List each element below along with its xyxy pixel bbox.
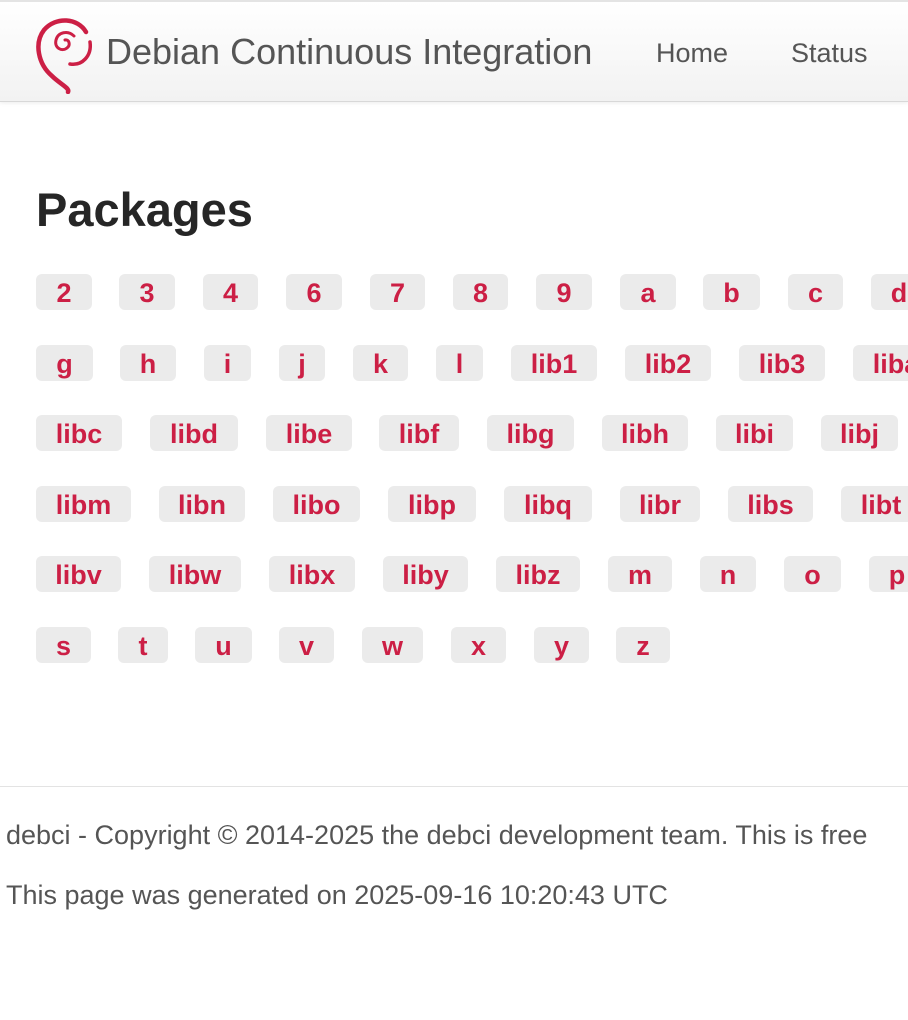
letter-link-libz[interactable]: libz [496, 556, 580, 592]
letter-link-d[interactable]: d [871, 274, 908, 310]
letter-link-i[interactable]: i [204, 345, 251, 381]
letter-link-libo[interactable]: libo [273, 486, 360, 522]
footer-generated-timestamp: This page was generated on 2025-09-16 10… [6, 880, 668, 910]
letter-link-3[interactable]: 3 [119, 274, 175, 310]
letter-link-u[interactable]: u [195, 627, 252, 663]
letter-link-c[interactable]: c [788, 274, 843, 310]
letter-link-6[interactable]: 6 [286, 274, 342, 310]
letter-link-libj[interactable]: libj [821, 415, 898, 451]
letter-link-2[interactable]: 2 [36, 274, 92, 310]
letter-link-m[interactable]: m [608, 556, 672, 592]
letter-link-libx[interactable]: libx [269, 556, 355, 592]
letter-link-lib1[interactable]: lib1 [511, 345, 597, 381]
letter-link-p[interactable]: p [869, 556, 908, 592]
letter-link-a[interactable]: a [620, 274, 676, 310]
letter-link-4[interactable]: 4 [203, 274, 258, 310]
letter-link-z[interactable]: z [616, 627, 670, 663]
letter-link-n[interactable]: n [700, 556, 756, 592]
nav-status-link[interactable]: Status [791, 38, 868, 69]
letter-link-g[interactable]: g [36, 345, 93, 381]
debian-swirl-icon [36, 18, 92, 94]
letter-link-t[interactable]: t [118, 627, 168, 663]
letter-link-s[interactable]: s [36, 627, 91, 663]
letter-link-libf[interactable]: libf [379, 415, 459, 451]
letter-link-k[interactable]: k [353, 345, 408, 381]
letter-link-libc[interactable]: libc [36, 415, 122, 451]
letter-link-libp[interactable]: libp [388, 486, 476, 522]
letter-link-libq[interactable]: libq [504, 486, 592, 522]
letter-link-o[interactable]: o [784, 556, 841, 592]
letter-link-libd[interactable]: libd [150, 415, 238, 451]
letter-link-libv[interactable]: libv [36, 556, 121, 592]
letter-link-libt[interactable]: libt [841, 486, 908, 522]
letter-link-libs[interactable]: libs [728, 486, 813, 522]
top-navbar: Debian Continuous Integration Home Statu… [0, 0, 908, 102]
letter-link-lib3[interactable]: lib3 [739, 345, 825, 381]
letter-link-h[interactable]: h [120, 345, 176, 381]
letter-link-y[interactable]: y [534, 627, 589, 663]
letter-link-libr[interactable]: libr [620, 486, 700, 522]
nav-home-link[interactable]: Home [656, 38, 728, 69]
letter-link-b[interactable]: b [703, 274, 760, 310]
letter-link-libg[interactable]: libg [487, 415, 574, 451]
brand-home-link[interactable]: Debian Continuous Integration [30, 10, 592, 94]
letter-link-libh[interactable]: libh [602, 415, 688, 451]
letter-link-lib2[interactable]: lib2 [625, 345, 711, 381]
letter-link-libn[interactable]: libn [159, 486, 245, 522]
letter-link-w[interactable]: w [362, 627, 423, 663]
site-title: Debian Continuous Integration [106, 31, 593, 72]
letter-link-libi[interactable]: libi [716, 415, 793, 451]
letter-link-v[interactable]: v [279, 627, 334, 663]
letter-link-liby[interactable]: liby [383, 556, 468, 592]
letter-link-7[interactable]: 7 [370, 274, 425, 310]
letter-link-libm[interactable]: libm [36, 486, 131, 522]
page-title: Packages [36, 183, 253, 236]
main-content: Packages 2 3 4 6 7 8 9 a b c d g h i j k… [36, 180, 908, 663]
letter-link-x[interactable]: x [451, 627, 506, 663]
footer-copyright: debci - Copyright © 2014-2025 the debci … [6, 820, 868, 850]
letter-link-libw[interactable]: libw [149, 556, 241, 592]
letter-link-liba[interactable]: liba [853, 345, 908, 381]
footer-divider [0, 786, 908, 787]
letter-link-libe[interactable]: libe [266, 415, 352, 451]
letter-link-9[interactable]: 9 [536, 274, 592, 310]
letter-link-j[interactable]: j [279, 345, 325, 381]
letter-link-8[interactable]: 8 [453, 274, 508, 310]
letter-link-l[interactable]: l [436, 345, 483, 381]
